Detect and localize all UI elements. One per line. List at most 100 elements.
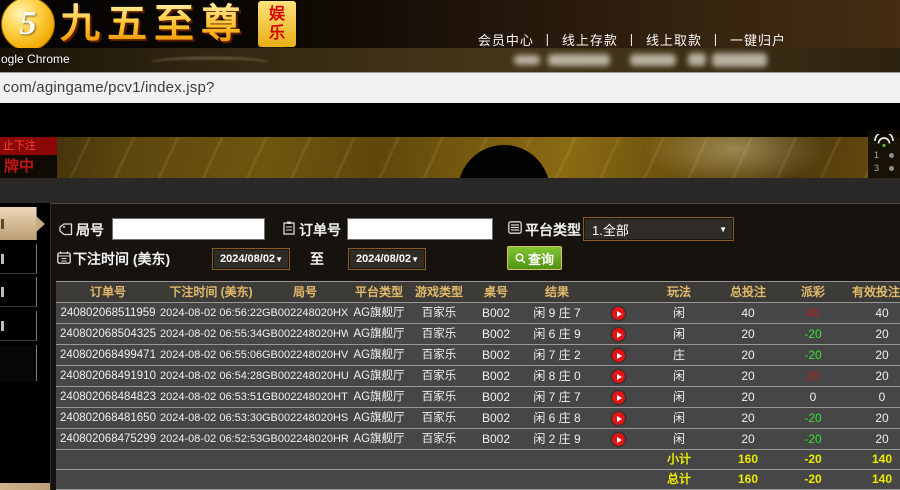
date-to-value: 2024/08/02 (356, 253, 411, 265)
date-to-label: 至 (310, 249, 324, 269)
sidebar-item[interactable] (0, 244, 37, 274)
column-header (590, 282, 646, 302)
subtotal-row: 小计 160 -20 140 (56, 450, 900, 470)
sidebar-item[interactable] (0, 311, 37, 341)
nav-separator: 丨 (709, 33, 723, 48)
cell-video (590, 387, 646, 407)
brand-subtitle-char: 娱 (269, 5, 285, 24)
brand-title: 九五至尊 (60, 0, 248, 48)
video-play-icon[interactable] (612, 412, 625, 425)
video-play-icon[interactable] (612, 328, 625, 341)
decorative-swirl (150, 57, 270, 69)
top-nav: 会员中心丨线上存款丨线上取款丨一键归户 (478, 30, 786, 49)
bet-time-label: 下注时间 (美东) (73, 249, 170, 269)
cell-round-number: GB002248020HT (262, 387, 348, 407)
cell-valid-bet: 20 (842, 366, 900, 386)
cell-payout: 20 (784, 366, 842, 386)
blurred-user-info (712, 53, 767, 67)
nav-link-deposit[interactable]: 线上存款 (562, 33, 618, 48)
video-play-icon[interactable] (612, 433, 625, 446)
blurred-user-info (548, 54, 610, 66)
cell-result: 闲 7 庄 2 (524, 345, 590, 365)
cell-video (590, 303, 646, 323)
cell-video (590, 324, 646, 344)
cell-valid-bet: 20 (842, 429, 900, 449)
browser-address-bar[interactable]: com/agingame/pcv1/index.jsp? (0, 72, 900, 105)
sidebar-item-active[interactable] (0, 207, 37, 240)
round-number-input[interactable] (112, 218, 265, 240)
cell-game-type: 百家乐 (410, 303, 468, 323)
cell-table-number: B002 (468, 429, 524, 449)
cell-bet-time: 2024-08-02 06:52:53 (160, 429, 262, 449)
blurred-user-info (630, 54, 676, 66)
cell-payout: -20 (784, 408, 842, 428)
cell-game-type: 百家乐 (410, 345, 468, 365)
video-play-icon[interactable] (612, 349, 625, 362)
cell-total-bet: 20 (712, 366, 784, 386)
table-row: 2408020684816502024-08-02 06:53:30GB0022… (56, 408, 900, 429)
subtotal-label: 小计 (646, 450, 712, 469)
search-button[interactable]: 查询 (507, 246, 562, 270)
cell-bet-time: 2024-08-02 06:55:34 (160, 324, 262, 344)
total-payout: -20 (784, 470, 842, 489)
cell-platform: AG旗舰厅 (348, 429, 410, 449)
table-row: 2408020684994712024-08-02 06:55:06GB0022… (56, 345, 900, 366)
cell-valid-bet: 40 (842, 303, 900, 323)
column-header: 平台类型 (348, 282, 410, 302)
cell-play-type: 闲 (646, 387, 712, 407)
date-from-select[interactable]: 2024/08/02 ▼ (212, 248, 290, 270)
cell-platform: AG旗舰厅 (348, 387, 410, 407)
table-row: 2408020684848232024-08-02 06:53:51GB0022… (56, 387, 900, 408)
cell-total-bet: 20 (712, 324, 784, 344)
cell-total-bet: 40 (712, 303, 784, 323)
site-header: 5 九五至尊 娱 乐 会员中心丨线上存款丨线上取款丨一键归户 (0, 0, 900, 48)
brand-badge-number: 5 (20, 5, 37, 43)
nav-separator: 丨 (541, 33, 555, 48)
column-header: 局号 (262, 282, 348, 302)
cell-payout: -20 (784, 324, 842, 344)
cell-total-bet: 20 (712, 345, 784, 365)
signal-label: 1 (874, 150, 879, 160)
tag-icon (59, 223, 73, 236)
order-number-input[interactable] (347, 218, 493, 240)
cell-round-number: GB002248020HU (262, 366, 348, 386)
nav-link-member-center[interactable]: 会员中心 (478, 33, 534, 48)
date-to-select[interactable]: 2024/08/02 ▼ (348, 248, 426, 270)
nav-link-withdraw[interactable]: 线上取款 (646, 33, 702, 48)
cell-table-number: B002 (468, 345, 524, 365)
column-header: 玩法 (646, 282, 712, 302)
sidebar-item[interactable] (0, 345, 37, 381)
stop-betting-banner: 止下注 (0, 137, 57, 155)
status-dot-icon (889, 166, 894, 171)
cell-table-number: B002 (468, 324, 524, 344)
cell-game-type: 百家乐 (410, 408, 468, 428)
cell-game-type: 百家乐 (410, 429, 468, 449)
cell-table-number: B002 (468, 387, 524, 407)
cell-round-number: GB002248020HX (262, 303, 348, 323)
signal-row: 3 (871, 163, 897, 173)
brand-subtitle: 娱 乐 (258, 1, 296, 47)
sidebar-item[interactable] (0, 277, 37, 307)
brand-subtitle-char: 乐 (269, 24, 285, 43)
platform-type-select[interactable]: 1.全部 ▼ (583, 217, 734, 241)
video-play-icon[interactable] (612, 391, 625, 404)
nav-link-one-key[interactable]: 一键归户 (730, 33, 786, 48)
connection-panel: 1 3 (868, 130, 900, 178)
column-header: 总投注 (712, 282, 784, 302)
cell-result: 闲 8 庄 0 (524, 366, 590, 386)
total-label: 总计 (646, 470, 712, 489)
cell-order-number: 240802068475299 (56, 429, 160, 449)
table-row: 2408020684752992024-08-02 06:52:53GB0022… (56, 429, 900, 450)
cell-round-number: GB002248020HS (262, 408, 348, 428)
table-row: 2408020685119592024-08-02 06:56:22GB0022… (56, 303, 900, 324)
video-play-icon[interactable] (612, 370, 625, 383)
cell-valid-bet: 20 (842, 324, 900, 344)
cell-play-type: 闲 (646, 366, 712, 386)
cell-play-type: 闲 (646, 408, 712, 428)
cell-game-type: 百家乐 (410, 324, 468, 344)
dealing-banner: 牌中 (0, 155, 57, 178)
video-play-icon[interactable] (612, 307, 625, 320)
column-header: 游戏类型 (410, 282, 468, 302)
signal-label: 3 (874, 163, 879, 173)
cell-payout: 0 (784, 387, 842, 407)
